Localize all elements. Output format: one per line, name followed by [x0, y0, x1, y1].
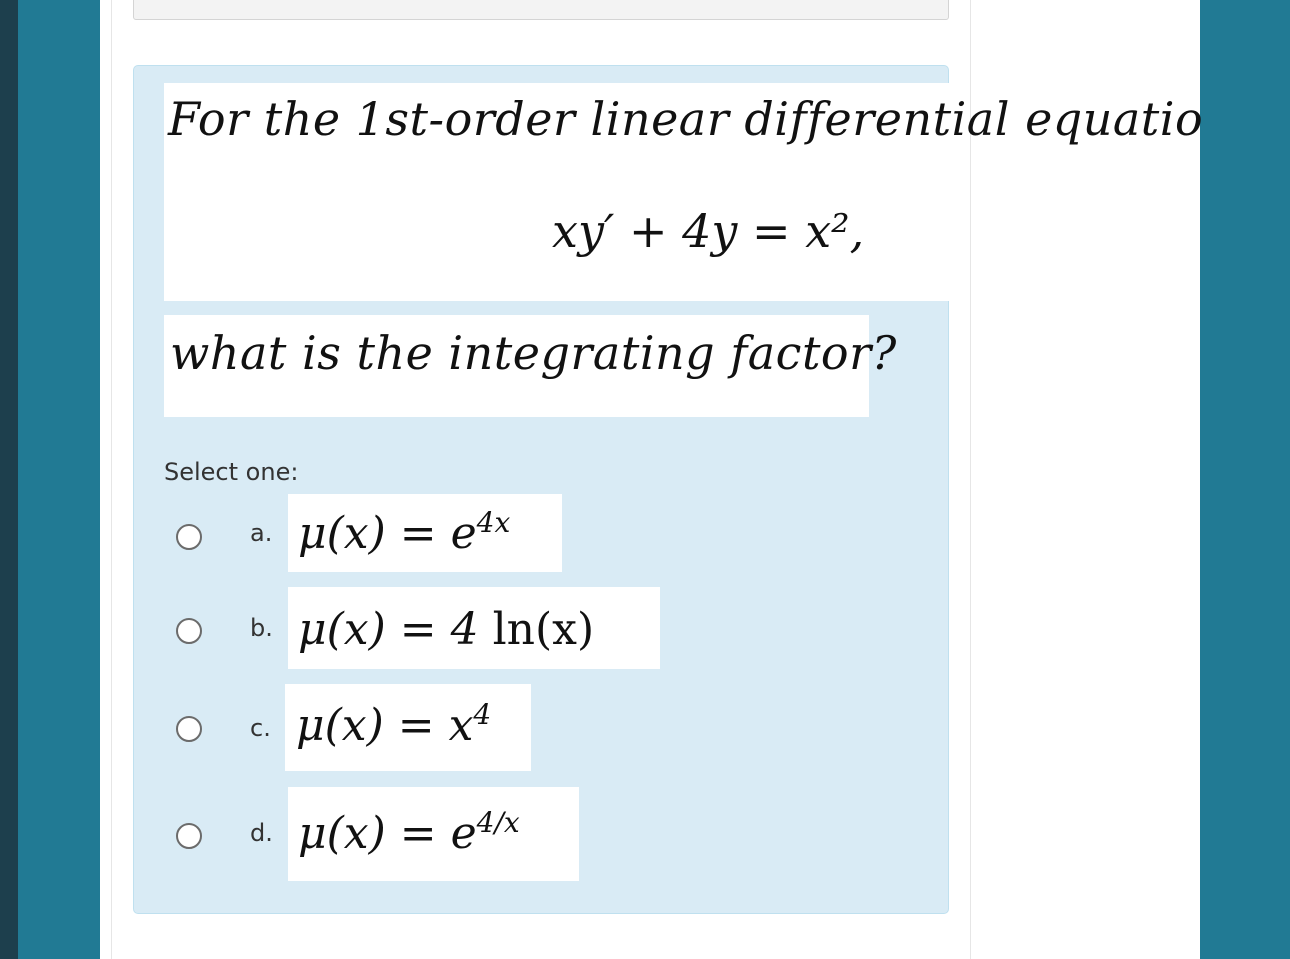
option-d-exponent: 4/x — [476, 806, 520, 839]
left-margin — [18, 0, 100, 959]
radio-button-b[interactable] — [176, 618, 202, 644]
option-letter-c: c. — [250, 714, 271, 742]
option-letter-b: b. — [250, 614, 273, 642]
option-c-exponent: 4 — [473, 698, 492, 731]
option-a-exponent: 4x — [476, 506, 511, 539]
option-letter-d: d. — [250, 819, 273, 847]
option-b-log: ln(x) — [492, 604, 595, 655]
option-text-c[interactable]: μ(x) = x4 — [296, 698, 492, 751]
option-text-b[interactable]: μ(x) = 4 ln(x) — [298, 604, 594, 655]
option-c-main: μ(x) = x — [296, 700, 474, 751]
radio-button-c[interactable] — [176, 716, 202, 742]
previous-question-box — [133, 0, 949, 20]
question-prompt: what is the integrating factor? — [170, 326, 897, 380]
option-b-main: μ(x) = 4 — [298, 604, 479, 655]
question-intro: For the 1st-order linear differential eq… — [168, 92, 1204, 146]
radio-button-a[interactable] — [176, 524, 202, 550]
option-text-d[interactable]: μ(x) = e4/x — [298, 806, 520, 859]
radio-button-d[interactable] — [176, 823, 202, 849]
question-equation: xy′ + 4y = x², — [552, 204, 865, 258]
option-text-a[interactable]: μ(x) = e4x — [298, 506, 511, 559]
option-d-main: μ(x) = e — [298, 808, 477, 859]
option-letter-a: a. — [250, 519, 273, 547]
left-edge-bar — [0, 0, 18, 959]
option-a-main: μ(x) = e — [298, 508, 477, 559]
select-one-label: Select one: — [164, 458, 299, 486]
